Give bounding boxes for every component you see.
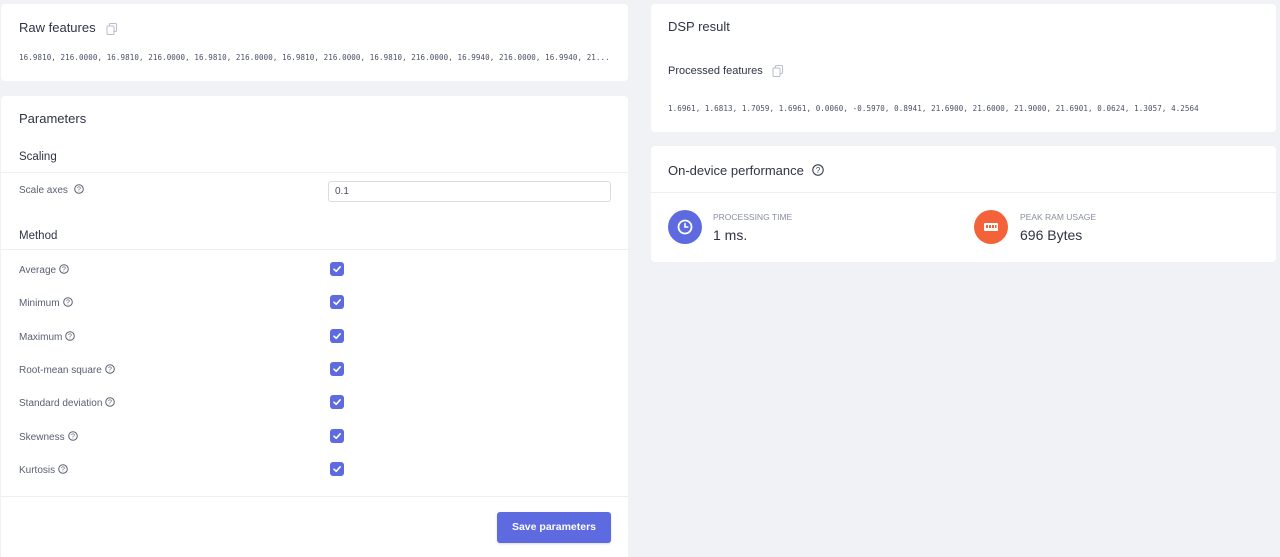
help-icon[interactable]: ? — [73, 184, 84, 194]
help-icon[interactable]: ? — [62, 297, 73, 308]
scaling-section-label: Scaling — [19, 151, 57, 163]
raw-features-values: 16.9810, 216.0000, 16.9810, 216.0000, 16… — [19, 53, 610, 62]
method-option-label: Standard deviation — [19, 398, 103, 410]
method-option-row: Minimum? — [1, 287, 628, 320]
method-option-label: Kurtosis — [19, 464, 56, 476]
method-option-label: Average — [19, 265, 57, 276]
peak-ram-label: PEAK RAM USAGE — [1020, 212, 1097, 222]
method-option-label-wrap: Skewness? — [19, 430, 78, 443]
scale-axes-label-wrap: Scale axes ? — [19, 184, 84, 196]
clock-icon — [668, 210, 702, 244]
method-option-checkbox[interactable] — [330, 262, 344, 276]
method-option-row: Maximum? — [1, 321, 628, 354]
method-option-label-wrap: Standard deviation? — [19, 397, 116, 410]
processing-time-value: 1 ms. — [713, 227, 748, 243]
processed-features-label: Processed features — [668, 65, 763, 77]
divider — [1, 249, 628, 250]
copy-icon[interactable] — [772, 65, 784, 78]
method-option-label: Root-mean square — [19, 364, 102, 376]
svg-text:?: ? — [62, 267, 66, 274]
dsp-result-title: DSP result — [668, 19, 730, 34]
divider — [651, 192, 1276, 193]
help-icon[interactable]: ? — [105, 364, 115, 374]
method-option-checkbox[interactable] — [330, 295, 344, 310]
copy-icon[interactable] — [106, 22, 118, 35]
method-option-label: Skewness — [19, 431, 65, 443]
method-option-label: Maximum — [19, 331, 63, 343]
svg-text:?: ? — [816, 166, 821, 175]
scale-axes-label: Scale axes — [19, 185, 68, 196]
svg-text:?: ? — [68, 333, 72, 340]
help-icon[interactable]: ? — [59, 264, 69, 274]
method-option-checkbox[interactable] — [330, 328, 344, 343]
method-option-label-wrap: Average? — [19, 264, 69, 276]
svg-text:?: ? — [61, 466, 65, 473]
divider — [1, 172, 628, 173]
method-option-label-wrap: Kurtosis? — [19, 463, 68, 476]
method-option-checkbox[interactable] — [330, 361, 344, 376]
help-icon[interactable]: ? — [58, 463, 68, 474]
raw-features-title: Raw features — [19, 20, 96, 35]
scale-axes-input[interactable]: 0.1 — [328, 181, 611, 202]
parameters-card: Parameters Scaling Scale axes ? Method A… — [1, 96, 628, 557]
method-option-label: Minimum — [19, 298, 60, 310]
help-icon[interactable]: ? — [65, 330, 76, 341]
method-option-row: Average? — [1, 254, 628, 287]
performance-title: On-device performance — [668, 163, 804, 178]
help-icon[interactable]: ? — [105, 397, 116, 407]
svg-text:?: ? — [108, 400, 112, 407]
divider — [1, 496, 628, 497]
svg-text:?: ? — [108, 366, 112, 373]
method-option-row: Kurtosis? — [1, 454, 628, 487]
performance-header: On-device performance ? — [668, 162, 825, 180]
method-option-row: Skewness? — [1, 421, 628, 454]
method-option-label-wrap: Root-mean square? — [19, 364, 115, 376]
memory-chip-icon — [974, 210, 1008, 244]
svg-text:?: ? — [66, 300, 70, 307]
method-option-checkbox[interactable] — [330, 428, 344, 443]
dsp-result-card: DSP result Processed features 1.6961, 1.… — [651, 4, 1276, 132]
performance-card: On-device performance ? PROCESSING TIME … — [651, 146, 1276, 262]
svg-text:?: ? — [71, 433, 75, 440]
processed-features-header: Processed features — [668, 65, 784, 78]
help-icon[interactable]: ? — [812, 163, 825, 176]
method-section-label: Method — [19, 230, 58, 242]
processed-features-values: 1.6961, 1.6813, 1.7059, 1.6961, 0.0060, … — [668, 104, 1199, 113]
peak-ram-value: 696 Bytes — [1020, 227, 1083, 243]
method-option-row: Standard deviation? — [1, 387, 628, 420]
method-option-label-wrap: Maximum? — [19, 330, 76, 343]
method-options-list: Average? Minimum? Maximum? Root-mean square… — [1, 254, 628, 489]
method-option-row: Root-mean square? — [1, 354, 628, 387]
method-option-checkbox[interactable] — [330, 461, 344, 476]
processing-time-label: PROCESSING TIME — [713, 212, 793, 222]
raw-features-card: Raw features 16.9810, 216.0000, 16.9810,… — [1, 4, 628, 81]
svg-text:?: ? — [77, 187, 81, 194]
help-icon[interactable]: ? — [67, 430, 78, 441]
save-parameters-button[interactable]: Save parameters — [497, 512, 611, 543]
method-option-checkbox[interactable] — [330, 395, 344, 410]
parameters-title: Parameters — [19, 111, 87, 126]
method-option-label-wrap: Minimum? — [19, 297, 73, 309]
